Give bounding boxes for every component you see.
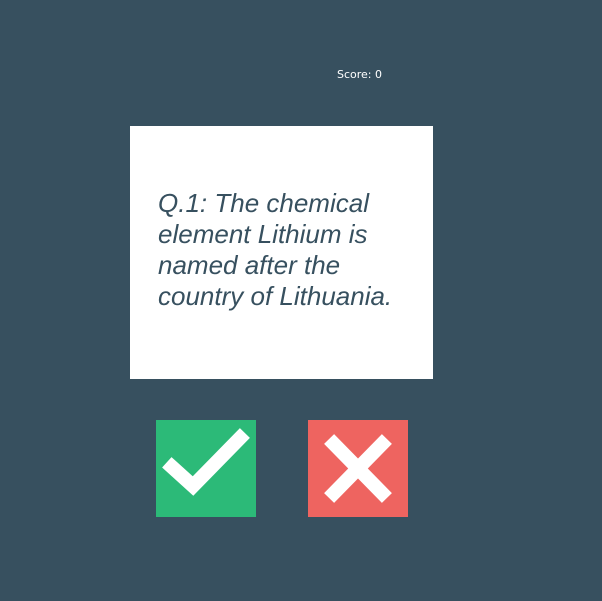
question-card: Q.1: The chemical element Lithium is nam… [130,126,433,379]
score-label: Score: 0 [337,68,383,81]
checkmark-icon [156,420,256,517]
cross-icon [308,420,408,517]
question-text: Q.1: The chemical element Lithium is nam… [158,188,393,311]
true-button[interactable] [156,420,256,517]
false-button[interactable] [308,420,408,517]
